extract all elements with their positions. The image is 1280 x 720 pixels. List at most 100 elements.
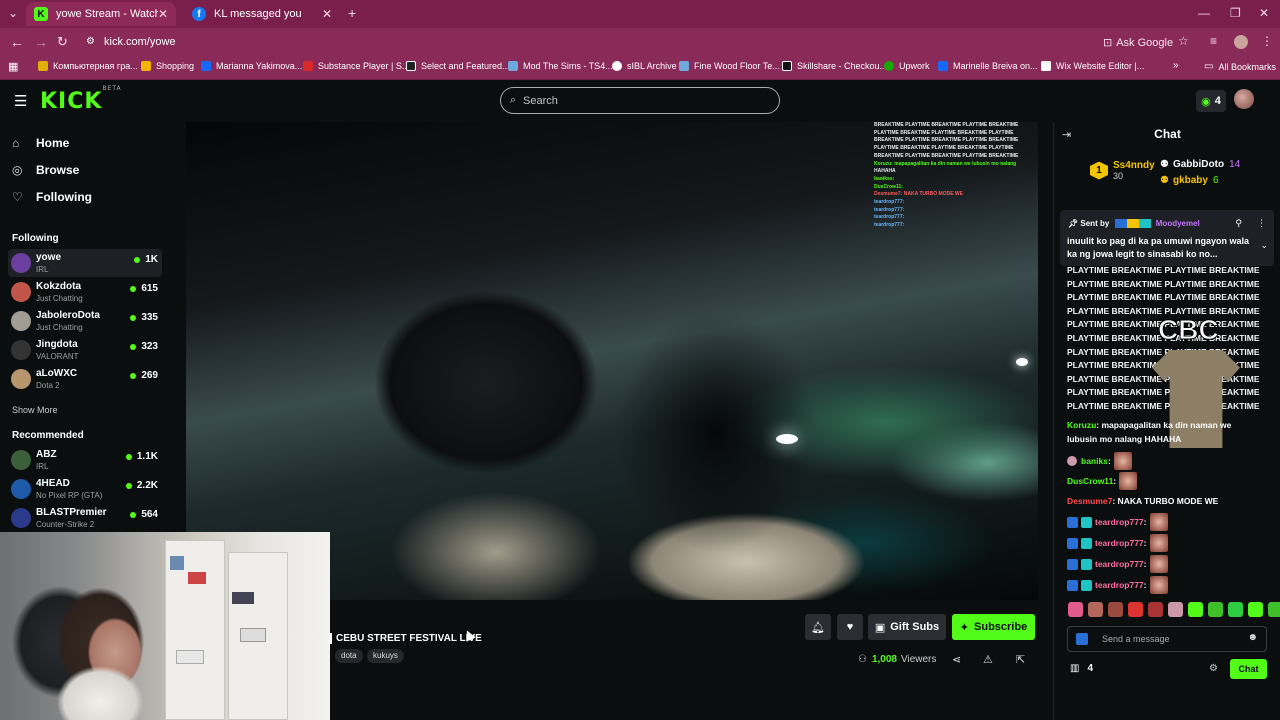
site-info-icon[interactable]: ⚙ bbox=[86, 36, 95, 47]
report-icon[interactable]: ⚠ bbox=[983, 653, 993, 666]
channel-points[interactable]: ▥ 4 bbox=[1070, 663, 1093, 674]
street-light bbox=[776, 434, 798, 444]
sidebar-item-home[interactable]: ⌂ Home bbox=[12, 136, 69, 150]
notification-bell-button[interactable]: 🔔︎ bbox=[805, 614, 831, 640]
ask-google-button[interactable]: ⊡ Ask Google bbox=[1103, 36, 1173, 50]
bookmark-favicon-icon bbox=[884, 61, 894, 71]
sidebar-item-following[interactable]: ♡ Following bbox=[12, 190, 92, 204]
emote-icon[interactable] bbox=[1128, 602, 1143, 617]
bookmark-item[interactable]: Marianna Yakimova... bbox=[201, 61, 302, 71]
avatar bbox=[11, 340, 31, 360]
emote-icon[interactable] bbox=[1208, 602, 1223, 617]
tab-search-icon[interactable]: ⌄ bbox=[8, 6, 18, 20]
emote-icon[interactable] bbox=[1068, 602, 1083, 617]
apps-grid-icon[interactable]: ▦ bbox=[8, 60, 18, 73]
minimize-icon[interactable]: — bbox=[1198, 6, 1210, 20]
user-icon: ⚉ bbox=[1160, 175, 1169, 186]
sidebar-channel[interactable]: yowe IRL 1K bbox=[8, 249, 162, 277]
bookmark-item[interactable]: Upwork bbox=[884, 61, 930, 71]
hamburger-menu-icon[interactable]: ☰ bbox=[14, 92, 27, 110]
back-icon[interactable]: ← bbox=[10, 34, 24, 50]
share-icon[interactable]: ⋖ bbox=[952, 653, 961, 666]
gift-subs-button[interactable]: ▣ Gift Subs bbox=[868, 614, 946, 640]
restore-icon[interactable]: ❐ bbox=[1230, 6, 1241, 20]
kicks-counter-button[interactable]: ◉ 4 bbox=[1196, 90, 1226, 112]
tag-kukuys[interactable]: kukuys bbox=[367, 649, 404, 663]
emote-icon[interactable] bbox=[1248, 602, 1263, 617]
send-chat-button[interactable]: Chat bbox=[1230, 659, 1267, 679]
bookmark-item[interactable]: Marinelle Breiva on... bbox=[938, 61, 1038, 71]
bookmark-item[interactable]: Wix Website Editor |... bbox=[1041, 61, 1144, 71]
close-tab-icon[interactable]: ✕ bbox=[322, 7, 332, 21]
sidebar-channel[interactable]: 4HEAD No Pixel RP (GTA) 2.2K bbox=[8, 475, 162, 503]
emote-icon[interactable] bbox=[1168, 602, 1183, 617]
emote-icon[interactable] bbox=[1188, 602, 1203, 617]
menu-dots-icon[interactable]: ⋮ bbox=[1261, 34, 1273, 48]
show-more-button[interactable]: Show More bbox=[12, 405, 58, 415]
bookmark-item[interactable]: Select and Featured... bbox=[406, 61, 510, 71]
more-bookmarks-icon[interactable]: » bbox=[1173, 60, 1179, 71]
live-dot-icon bbox=[130, 343, 137, 350]
tab-kick[interactable]: K yowe Stream - Watch Live o ✕ bbox=[26, 2, 176, 26]
badge-icon bbox=[1076, 633, 1088, 645]
sub-badge-icon bbox=[1081, 516, 1092, 528]
top-gifter[interactable]: ⚉ GabbiDoto 14 bbox=[1160, 159, 1240, 170]
bookmark-favicon-icon bbox=[679, 61, 689, 71]
pinned-header: 📌︎ Sent by Moodyemel bbox=[1068, 219, 1200, 229]
bookmark-item[interactable]: Shopping bbox=[141, 61, 194, 71]
emote-icon[interactable] bbox=[1228, 602, 1243, 617]
emote-icon[interactable] bbox=[1268, 602, 1280, 617]
chat-message: teardrop777: bbox=[1067, 534, 1168, 552]
sidebar-channel[interactable]: aLoWXC Dota 2 269 bbox=[8, 365, 162, 393]
bookmark-favicon-icon bbox=[1041, 61, 1051, 71]
pin-toggle-icon[interactable]: ⚲ bbox=[1235, 218, 1242, 229]
tab-facebook[interactable]: f KL messaged you ✕ bbox=[184, 2, 340, 26]
emoji-picker-icon[interactable]: ☻ bbox=[1247, 632, 1258, 643]
bookmark-star-icon[interactable]: ☆ bbox=[1178, 34, 1189, 48]
emote-icon[interactable] bbox=[1088, 602, 1103, 617]
forward-icon[interactable]: → bbox=[34, 34, 48, 50]
search-input[interactable]: ⌕ Search bbox=[500, 87, 780, 114]
subscribe-button[interactable]: ✦ Subscribe bbox=[952, 614, 1035, 640]
bookmark-item[interactable]: Mod The Sims - TS4... bbox=[508, 61, 613, 71]
stream-chat-overlay: BREAKTIME PLAYTIME BREAKTIME PLAYTIME BR… bbox=[874, 122, 1019, 229]
all-bookmarks-button[interactable]: ▭ All Bookmarks bbox=[1204, 61, 1276, 72]
tag-dota[interactable]: dota bbox=[335, 649, 363, 663]
follow-button[interactable]: ♥ bbox=[837, 614, 863, 640]
new-tab-icon[interactable]: + bbox=[348, 5, 356, 21]
badge-icon bbox=[1067, 516, 1078, 528]
close-tab-icon[interactable]: ✕ bbox=[158, 7, 168, 21]
bookmark-item[interactable]: sIBL Archive bbox=[612, 61, 677, 71]
profile-avatar[interactable] bbox=[1234, 35, 1248, 49]
pinned-message[interactable]: 📌︎ Sent by Moodyemel ⚲ ⋮ inuulit ko pag … bbox=[1060, 210, 1274, 266]
video-player[interactable]: BREAKTIME PLAYTIME BREAKTIME PLAYTIME BR… bbox=[186, 122, 1038, 600]
sidebar-channel[interactable]: Kokzdota Just Chatting 615 bbox=[8, 278, 162, 306]
expand-chevron-icon[interactable]: ⌄ bbox=[1260, 240, 1268, 251]
sidebar-channel[interactable]: JaboleroDota Just Chatting 335 bbox=[8, 307, 162, 335]
bookmark-item[interactable]: Skillshare - Checkou... bbox=[782, 61, 887, 71]
sidebar-channel[interactable]: ABZ IRL 1.1K bbox=[8, 446, 162, 474]
emote-icon bbox=[1119, 472, 1138, 490]
emote-icon[interactable] bbox=[1108, 602, 1123, 617]
kick-logo[interactable]: KICKBETA bbox=[40, 85, 122, 114]
top-gifter[interactable]: ⚉ gkbaby 6 bbox=[1160, 175, 1219, 186]
emote-icon bbox=[1149, 576, 1168, 594]
close-window-icon[interactable]: ✕ bbox=[1259, 6, 1269, 20]
emote-icon[interactable] bbox=[1148, 602, 1163, 617]
chat-input[interactable]: Send a message ☻ bbox=[1067, 626, 1267, 652]
sidebar-channel[interactable]: BLASTPremier Counter-Strike 2 564 bbox=[8, 504, 162, 532]
reading-list-icon[interactable]: ≡ bbox=[1210, 34, 1217, 48]
more-options-icon[interactable]: ⋮ bbox=[1257, 218, 1266, 229]
bookmark-item[interactable]: Компьютерная гра... bbox=[38, 61, 138, 71]
sidebar-item-browse[interactable]: ◎ Browse bbox=[12, 163, 79, 177]
reload-icon[interactable]: ↻ bbox=[57, 34, 68, 50]
url-field[interactable]: ⚙ kick.com/yowe bbox=[80, 31, 1090, 53]
bookmark-item[interactable]: Substance Player | S... bbox=[303, 61, 409, 71]
theater-mode-icon[interactable]: ⇱ bbox=[1016, 653, 1025, 666]
sidebar-channel[interactable]: Jingdota VALORANT 323 bbox=[8, 336, 162, 364]
bookmarks-bar: ▦ Компьютерная гра... Shopping Marianna … bbox=[0, 56, 1280, 80]
user-avatar[interactable] bbox=[1234, 89, 1254, 109]
chat-settings-icon[interactable]: ⚙ bbox=[1209, 663, 1218, 674]
top-gifter[interactable]: 1 Ss4nndy 30 bbox=[1090, 160, 1155, 181]
bookmark-item[interactable]: Fine Wood Floor Te... bbox=[679, 61, 780, 71]
